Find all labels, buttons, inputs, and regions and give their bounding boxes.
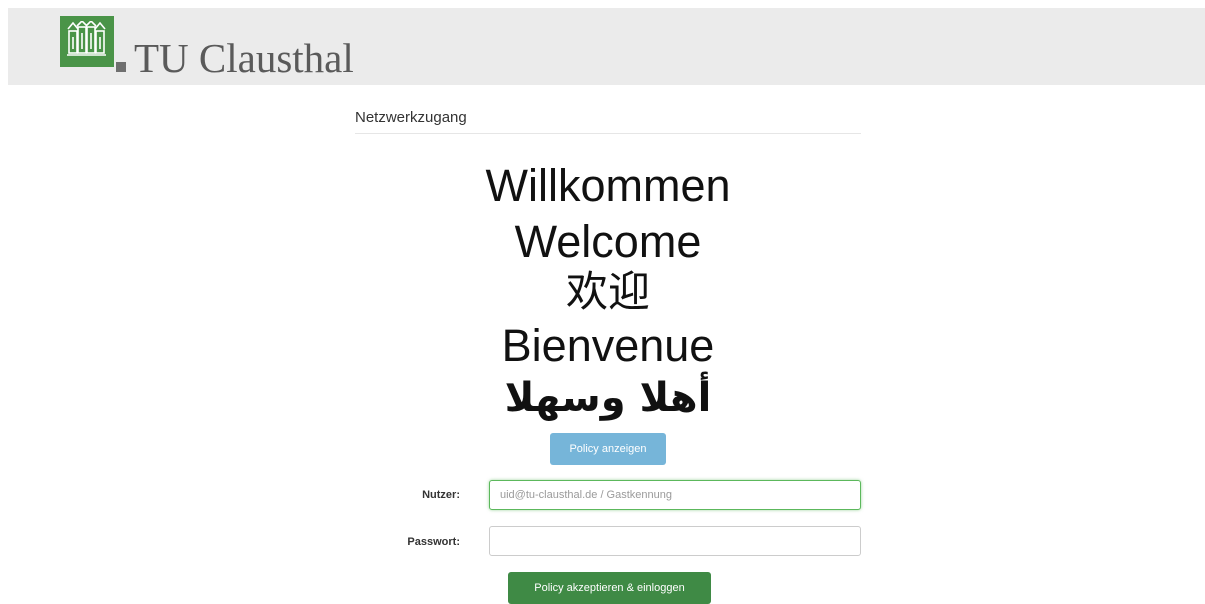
welcome-german: Willkommen <box>485 160 731 211</box>
tu-clausthal-logo-icon <box>60 16 114 67</box>
welcome-arabic: أهلا وسهلا <box>504 375 712 421</box>
welcome-chinese: 欢迎 <box>565 267 650 316</box>
logo-accent-square <box>116 62 126 72</box>
password-input[interactable] <box>489 526 861 556</box>
section-title: Netzwerkzugang <box>355 109 467 126</box>
user-input[interactable] <box>489 480 861 510</box>
brand-name: TU Clausthal <box>134 35 354 81</box>
site-header: TU Clausthal <box>8 8 1205 85</box>
welcome-french: Bienvenue <box>501 320 715 371</box>
welcome-english: Welcome <box>514 216 702 267</box>
password-label: Passwort: <box>407 536 460 548</box>
section-divider <box>355 133 861 134</box>
accept-policy-login-button[interactable]: Policy akzeptieren & einloggen <box>508 572 711 604</box>
show-policy-button[interactable]: Policy anzeigen <box>550 433 666 465</box>
user-label: Nutzer: <box>422 489 460 501</box>
